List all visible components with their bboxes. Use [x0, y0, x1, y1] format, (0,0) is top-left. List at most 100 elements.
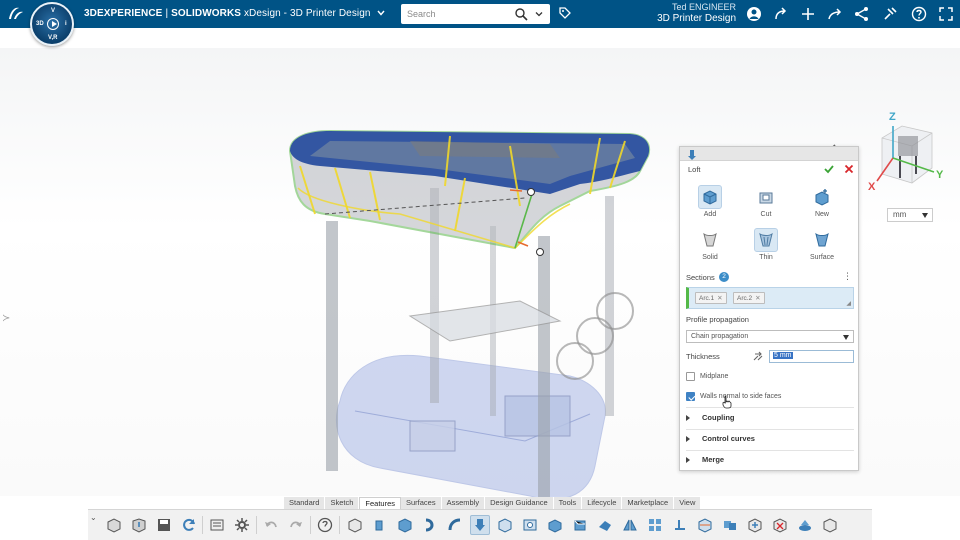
solid-option[interactable]: Solid	[690, 228, 730, 261]
fullscreen-icon[interactable]	[936, 4, 956, 24]
play-icon[interactable]	[47, 18, 59, 30]
move-body-icon[interactable]	[745, 515, 765, 535]
section-chip[interactable]: Arc.2 ✕	[733, 292, 765, 304]
tab-surfaces[interactable]: Surfaces	[401, 497, 442, 509]
gear-icon[interactable]	[232, 515, 252, 535]
compass-widget[interactable]: V 3D i V,R	[30, 2, 74, 46]
chevron-down-icon[interactable]	[377, 8, 386, 18]
remove-icon[interactable]: ✕	[717, 295, 722, 302]
resize-handle-icon[interactable]: ◢	[846, 300, 851, 307]
tab-standard[interactable]: Standard	[284, 497, 326, 509]
network-icon[interactable]	[852, 4, 872, 24]
panel-title: Loft	[688, 165, 701, 174]
forward-icon[interactable]	[825, 4, 845, 24]
rib-icon[interactable]	[670, 515, 690, 535]
new-part-icon[interactable]	[104, 515, 124, 535]
tab-marketplace[interactable]: Marketplace	[622, 497, 675, 509]
tag-icon[interactable]	[558, 6, 572, 20]
save-icon[interactable]	[154, 515, 174, 535]
user-name: Ted ENGINEER	[671, 2, 736, 12]
tools-icon[interactable]	[880, 4, 900, 24]
add-option[interactable]: Add	[690, 185, 730, 218]
tab-assembly[interactable]: Assembly	[441, 497, 486, 509]
new-option[interactable]: New	[802, 185, 842, 218]
tab-lifecycle[interactable]: Lifecycle	[582, 497, 623, 509]
draft-icon[interactable]	[595, 515, 615, 535]
app-title[interactable]: 3DEXPERIENCE | SOLIDWORKS xDesign - 3D Pri…	[84, 8, 386, 19]
box-icon[interactable]	[345, 515, 365, 535]
printer-model[interactable]	[270, 96, 670, 536]
tab-sketch[interactable]: Sketch	[325, 497, 360, 509]
cut-option[interactable]: Cut	[746, 185, 786, 218]
extrude-icon[interactable]	[370, 515, 390, 535]
chevron-down-icon	[843, 335, 849, 340]
hole-icon[interactable]	[520, 515, 540, 535]
sections-count-badge: 2	[719, 272, 729, 282]
wrap-icon[interactable]	[795, 515, 815, 535]
expand-tree-icon[interactable]: ≻	[2, 313, 10, 324]
refresh-icon[interactable]	[179, 515, 199, 535]
sections-list[interactable]: Arc.1 ✕ Arc.2 ✕ ◢	[686, 287, 854, 309]
more-options-icon[interactable]: ⋮	[843, 271, 852, 282]
dassault-logo-icon	[9, 7, 23, 19]
svg-text:X: X	[868, 181, 876, 193]
cut-extrude-icon[interactable]	[395, 515, 415, 535]
avatar-icon[interactable]	[744, 4, 764, 24]
help-icon[interactable]	[315, 515, 335, 535]
shell-icon[interactable]	[495, 515, 515, 535]
surface-option[interactable]: Surface	[802, 228, 842, 261]
redo-icon[interactable]	[286, 515, 306, 535]
chamfer-icon[interactable]	[570, 515, 590, 535]
user-info[interactable]: Ted ENGINEER 3D Printer Design	[657, 2, 736, 24]
tab-view[interactable]: View	[674, 497, 702, 509]
share-icon[interactable]	[771, 4, 791, 24]
merge-section[interactable]: Merge	[686, 454, 854, 468]
pattern-icon[interactable]	[645, 515, 665, 535]
undo-icon[interactable]	[261, 515, 281, 535]
expand-icon	[686, 436, 690, 442]
control-curves-section[interactable]: Control curves	[686, 433, 854, 447]
mirror-icon[interactable]	[620, 515, 640, 535]
midplane-checkbox[interactable]	[686, 372, 695, 381]
chevron-down-icon[interactable]: ⌄	[90, 513, 97, 522]
loft-icon[interactable]	[470, 515, 490, 535]
tab-tools[interactable]: Tools	[553, 497, 583, 509]
sweep-icon[interactable]	[445, 515, 465, 535]
add-icon[interactable]	[798, 4, 818, 24]
chevron-down-icon[interactable]	[535, 10, 543, 18]
surface-icon	[810, 228, 834, 252]
thickness-input[interactable]: 5 mm	[769, 350, 854, 363]
coupling-section[interactable]: Coupling	[686, 412, 854, 426]
sections-label: Sections	[686, 273, 715, 282]
ok-button[interactable]	[823, 163, 835, 175]
walls-normal-checkbox[interactable]	[686, 392, 695, 401]
delete-body-icon[interactable]	[770, 515, 790, 535]
flip-direction-icon[interactable]	[752, 351, 764, 363]
thicken-icon[interactable]	[820, 515, 840, 535]
thin-option[interactable]: Thin	[746, 228, 786, 261]
remove-icon[interactable]: ✕	[755, 295, 760, 302]
fillet-icon[interactable]	[545, 515, 565, 535]
open-icon[interactable]	[129, 515, 149, 535]
combine-icon[interactable]	[720, 515, 740, 535]
cut-icon	[754, 185, 778, 209]
svg-text:Y: Y	[936, 169, 944, 181]
tab-features[interactable]: Features	[359, 497, 401, 509]
search-box[interactable]	[401, 4, 550, 24]
revolve-icon[interactable]	[420, 515, 440, 535]
view-orientation-triad[interactable]: Z X Y	[862, 108, 952, 194]
panel-header[interactable]	[680, 147, 858, 161]
action-toolbar: ⌄	[88, 509, 872, 540]
cancel-button[interactable]	[843, 163, 855, 175]
search-input[interactable]	[407, 7, 507, 21]
properties-icon[interactable]	[207, 515, 227, 535]
tab-design-guidance[interactable]: Design Guidance	[485, 497, 554, 509]
unit-select[interactable]: mm	[887, 208, 933, 222]
search-icon[interactable]	[514, 7, 528, 21]
profile-propagation-select[interactable]: Chain propagation	[686, 330, 854, 343]
midplane-label: Midplane	[700, 373, 729, 380]
thin-icon	[754, 228, 778, 252]
split-icon[interactable]	[695, 515, 715, 535]
section-chip[interactable]: Arc.1 ✕	[695, 292, 727, 304]
help-icon[interactable]	[909, 4, 929, 24]
